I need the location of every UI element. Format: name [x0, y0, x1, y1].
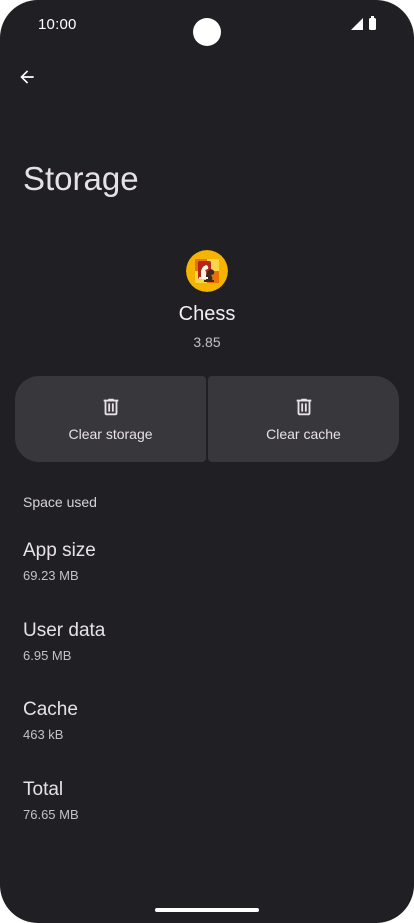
item-value: 463 kB: [23, 727, 64, 742]
camera-cutout: [193, 18, 221, 46]
app-name: Chess: [178, 303, 236, 325]
trash-icon: [296, 398, 311, 416]
space-used-header: Space used: [23, 494, 97, 510]
status-bar: 10:00: [0, 0, 414, 50]
clear-storage-button[interactable]: Clear storage: [15, 376, 206, 462]
cache-item: Cache 463 kB: [23, 699, 78, 742]
storage-actions: Clear storage Clear cache: [15, 376, 399, 462]
trash-icon: [103, 398, 118, 416]
back-button[interactable]: [10, 60, 44, 94]
battery-icon: [369, 16, 376, 30]
status-time: 10:00: [38, 16, 77, 33]
item-value: 6.95 MB: [23, 648, 72, 663]
user-data-item: User data 6.95 MB: [23, 620, 105, 663]
item-title: App size: [23, 540, 96, 561]
clear-storage-label: Clear storage: [68, 426, 153, 442]
clear-cache-button[interactable]: Clear cache: [208, 376, 399, 462]
item-title: Cache: [23, 699, 78, 720]
gesture-nav-handle[interactable]: [155, 908, 259, 912]
storage-screen: 10:00 Storage Chess 3.85 Clear storage C…: [0, 0, 414, 923]
arrow-back-icon: [20, 70, 34, 84]
clear-cache-label: Clear cache: [266, 426, 341, 442]
app-size-item: App size 69.23 MB: [23, 540, 96, 583]
signal-icon: [351, 18, 363, 30]
total-item: Total 76.65 MB: [23, 779, 79, 822]
item-value: 69.23 MB: [23, 568, 79, 583]
chess-app-icon: [186, 250, 228, 292]
item-title: Total: [23, 779, 64, 800]
item-value: 76.65 MB: [23, 807, 79, 822]
app-version: 3.85: [193, 334, 221, 350]
status-icons: [351, 16, 376, 30]
item-title: User data: [23, 620, 106, 641]
page-title: Storage: [23, 160, 139, 197]
